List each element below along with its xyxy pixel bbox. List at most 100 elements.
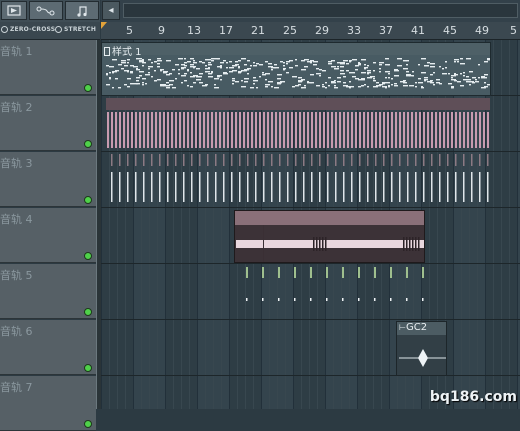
note [484, 61, 488, 63]
note [121, 68, 124, 70]
track-enable-led[interactable] [84, 420, 92, 428]
track-enable-led[interactable] [84, 84, 92, 92]
hit-top [231, 154, 233, 166]
note [487, 84, 490, 86]
hit [422, 298, 424, 301]
hit [327, 172, 329, 202]
note [337, 77, 341, 79]
note [280, 81, 285, 83]
note [241, 86, 246, 88]
note [178, 58, 183, 60]
hit-top [471, 154, 473, 166]
hit [191, 172, 193, 202]
track-header[interactable]: 音轨 3 [0, 152, 96, 207]
track-name: 音轨 5 [0, 269, 33, 282]
note [211, 76, 213, 78]
drum-hit [355, 112, 357, 148]
note [301, 79, 305, 81]
audio-clip-track-4[interactable] [234, 210, 425, 263]
note [337, 81, 341, 83]
hit-top [375, 154, 377, 166]
track-enable-led[interactable] [84, 196, 92, 204]
track-header[interactable]: 音轨 5 [0, 264, 96, 319]
note [265, 61, 268, 63]
note [253, 62, 255, 64]
note [205, 84, 208, 86]
hit-top [406, 267, 408, 278]
drum-hit [483, 112, 485, 148]
note [331, 60, 335, 62]
hit [343, 172, 345, 202]
drum-hit [171, 112, 173, 148]
zero-cross-radio[interactable] [1, 26, 8, 33]
hit-top [303, 154, 305, 166]
audio-clip-gc2[interactable]: ⊢GC2 [396, 321, 447, 376]
gc2-clip-title: GC2 [405, 322, 428, 333]
note [484, 82, 486, 84]
note [169, 73, 172, 75]
hit-top [431, 154, 433, 166]
drum-hit [291, 112, 293, 148]
drum-hit [111, 112, 113, 148]
track-header[interactable]: 音轨 4 [0, 208, 96, 263]
drum-hit [387, 112, 389, 148]
note [244, 64, 247, 66]
note [241, 80, 243, 82]
drum-hit [315, 112, 317, 148]
pattern-clip-1[interactable]: 样式 1 [101, 42, 491, 96]
note [355, 69, 358, 71]
ruler-tick: 17 [219, 24, 233, 37]
note [208, 62, 211, 64]
track-enable-led[interactable] [84, 364, 92, 372]
note [475, 79, 477, 81]
note [142, 82, 144, 84]
hit-top [255, 154, 257, 166]
note [127, 86, 130, 88]
note [277, 74, 280, 76]
note [424, 77, 428, 79]
note [238, 67, 240, 69]
note [157, 79, 161, 81]
pattern-menu-button[interactable] [1, 1, 27, 20]
scroll-track[interactable] [123, 3, 518, 18]
note [190, 64, 194, 66]
note [442, 73, 447, 75]
hit [294, 298, 296, 301]
track-enable-led[interactable] [84, 308, 92, 316]
note [403, 80, 406, 82]
note [406, 64, 408, 66]
note [235, 64, 239, 66]
note [298, 84, 301, 86]
track-header[interactable]: 音轨 7 [0, 376, 96, 431]
playhead-marker[interactable] [101, 22, 107, 29]
track-header[interactable]: 音轨 2 [0, 96, 96, 151]
note [193, 67, 195, 69]
scroll-left-button[interactable]: ◂ [102, 1, 120, 20]
hit-top [295, 154, 297, 166]
note [274, 67, 279, 69]
ruler-tick: 21 [251, 24, 265, 37]
note [235, 61, 238, 63]
track-2-hits [106, 98, 490, 148]
automation-button[interactable] [29, 1, 63, 20]
stretch-radio[interactable] [55, 26, 62, 33]
note [352, 72, 355, 74]
track-enable-led[interactable] [84, 140, 92, 148]
hit-top [455, 154, 457, 166]
drum-hit [479, 112, 481, 148]
note [484, 74, 488, 76]
note [232, 78, 235, 80]
track-header[interactable]: 音轨 6 [0, 320, 96, 375]
playlist-grid[interactable]: 样式 1 ⊢GC2 bq186.com [101, 40, 520, 409]
timeline-ruler[interactable]: 5 9 13 17 21 25 29 33 37 41 45 49 5 [101, 22, 520, 40]
drum-hit [143, 112, 145, 148]
note [319, 69, 322, 71]
note [247, 73, 249, 75]
drum-hit [303, 112, 305, 148]
piano-roll-button[interactable] [65, 1, 99, 20]
drum-hit [247, 112, 249, 148]
note [361, 85, 364, 87]
note [478, 77, 480, 79]
track-header[interactable]: 音轨 1 [0, 40, 96, 95]
track-enable-led[interactable] [84, 252, 92, 260]
